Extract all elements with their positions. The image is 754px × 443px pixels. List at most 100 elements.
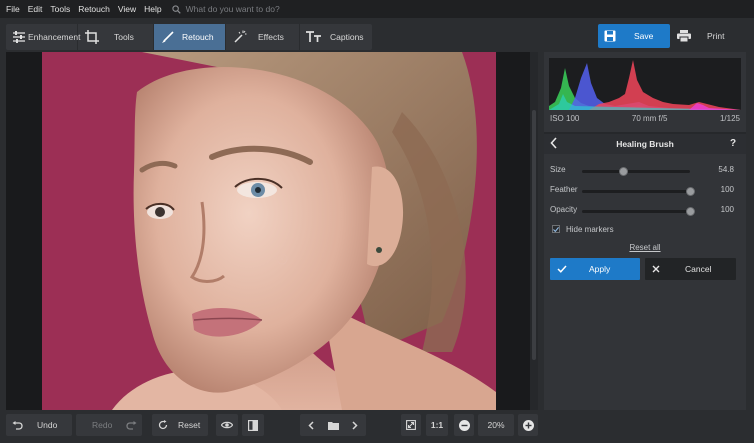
magic-wand-icon	[232, 29, 248, 45]
size-slider[interactable]	[582, 167, 690, 176]
image-navigation	[300, 414, 366, 436]
next-icon[interactable]	[344, 420, 366, 430]
canvas-scrollbar[interactable]	[530, 52, 538, 410]
undo-icon	[12, 420, 23, 430]
print-button[interactable]: Print	[673, 24, 745, 48]
preview-toggle-button[interactable]	[216, 414, 238, 436]
bottom-bar: Undo Redo Reset 1:1 20%	[0, 410, 754, 443]
feather-slider-row: Feather 100	[550, 184, 740, 198]
image-canvas[interactable]	[6, 52, 538, 410]
reset-all-link[interactable]: Reset all	[544, 243, 746, 252]
cancel-label: Cancel	[685, 264, 712, 274]
save-button[interactable]: Save	[598, 24, 670, 48]
brush-icon	[160, 29, 176, 45]
compare-button[interactable]	[242, 414, 264, 436]
reset-icon	[158, 420, 168, 430]
feather-label: Feather	[550, 185, 578, 194]
check-icon	[557, 265, 567, 273]
tab-bar: Enhancement Tools Retouch Effects Captio…	[6, 24, 372, 50]
menu-tools[interactable]: Tools	[50, 4, 70, 14]
histogram-graph	[549, 60, 741, 110]
print-label: Print	[707, 31, 725, 41]
feather-slider-knob[interactable]	[686, 187, 695, 196]
opacity-slider[interactable]	[582, 207, 695, 216]
close-icon	[652, 265, 660, 273]
size-slider-knob[interactable]	[619, 167, 629, 176]
redo-button[interactable]: Redo	[76, 414, 142, 436]
tab-enhancement[interactable]: Enhancement	[6, 24, 81, 50]
feather-value: 100	[720, 185, 734, 194]
undo-label: Undo	[37, 420, 58, 430]
reset-label: Reset	[178, 420, 201, 430]
portrait-photo[interactable]	[42, 52, 496, 410]
folder-icon[interactable]	[322, 421, 344, 430]
sliders-icon	[12, 29, 26, 45]
fit-to-screen-button[interactable]	[401, 414, 421, 436]
menu-file[interactable]: File	[6, 4, 20, 14]
opacity-label: Opacity	[550, 205, 578, 214]
redo-label: Redo	[92, 420, 113, 430]
save-label: Save	[634, 31, 654, 41]
tab-retouch[interactable]: Retouch	[154, 24, 226, 50]
apply-label: Apply	[589, 264, 611, 274]
zoom-out-icon	[458, 419, 470, 431]
histogram	[549, 58, 741, 110]
crop-icon	[84, 29, 100, 45]
hide-markers-checkbox[interactable]	[552, 225, 560, 233]
feather-slider[interactable]	[582, 187, 695, 196]
tab-enhancement-label: Enhancement	[28, 32, 81, 42]
reset-button[interactable]: Reset	[152, 414, 208, 436]
tab-effects[interactable]: Effects	[226, 24, 300, 50]
menu-bar: File Edit Tools Retouch View Help What d…	[0, 0, 754, 18]
panel-header: Healing Brush ?	[544, 134, 746, 154]
tab-effects-label: Effects	[258, 32, 284, 42]
scrollbar-thumb[interactable]	[532, 110, 536, 360]
hide-markers-label: Hide markers	[566, 224, 614, 234]
tab-retouch-label: Retouch	[182, 32, 214, 42]
zoom-out-button[interactable]	[454, 414, 474, 436]
size-label: Size	[550, 165, 566, 174]
floppy-icon	[604, 30, 616, 42]
exif-info: ISO 100 70 mm f/5 1/125	[550, 114, 740, 126]
opacity-slider-row: Opacity 100	[550, 204, 740, 218]
search-icon	[172, 4, 181, 14]
previous-icon[interactable]	[300, 420, 322, 430]
menu-help[interactable]: Help	[144, 4, 161, 14]
size-slider-row: Size 54.8	[550, 164, 740, 178]
back-arrow-icon[interactable]	[550, 137, 558, 152]
menu-edit[interactable]: Edit	[28, 4, 43, 14]
tab-tools-label: Tools	[114, 32, 134, 42]
panel-title: Healing Brush	[616, 139, 674, 149]
undo-button[interactable]: Undo	[6, 414, 72, 436]
tab-captions-label: Captions	[330, 32, 364, 42]
size-value: 54.8	[718, 165, 734, 174]
lens-value: 70 mm f/5	[631, 114, 668, 123]
apply-button[interactable]: Apply	[550, 258, 640, 280]
text-icon	[306, 29, 322, 45]
iso-value: ISO 100	[550, 114, 580, 123]
zoom-level[interactable]: 20%	[478, 414, 514, 436]
printer-icon	[677, 30, 691, 42]
hide-markers-row[interactable]: Hide markers	[552, 223, 614, 235]
compare-icon	[248, 419, 258, 431]
zoom-in-icon	[522, 419, 534, 431]
menu-retouch[interactable]: Retouch	[78, 4, 110, 14]
right-panel: ISO 100 70 mm f/5 1/125 Healing Brush ? …	[544, 52, 746, 410]
fit-screen-icon	[406, 420, 416, 430]
menu-view[interactable]: View	[118, 4, 136, 14]
tab-captions[interactable]: Captions	[300, 24, 372, 50]
help-icon[interactable]: ?	[730, 138, 736, 149]
opacity-slider-knob[interactable]	[686, 207, 695, 216]
checkmark-icon	[553, 226, 559, 232]
shutter-value: 1/125	[719, 114, 740, 123]
search-box[interactable]: What do you want to do?	[172, 4, 280, 14]
eye-icon	[221, 421, 233, 429]
zoom-in-button[interactable]	[518, 414, 538, 436]
portrait-image	[42, 52, 496, 410]
redo-icon	[126, 420, 137, 430]
tab-tools[interactable]: Tools	[78, 24, 154, 50]
opacity-value: 100	[720, 205, 734, 214]
search-placeholder: What do you want to do?	[185, 4, 280, 14]
cancel-button[interactable]: Cancel	[645, 258, 736, 280]
actual-size-button[interactable]: 1:1	[426, 414, 448, 436]
